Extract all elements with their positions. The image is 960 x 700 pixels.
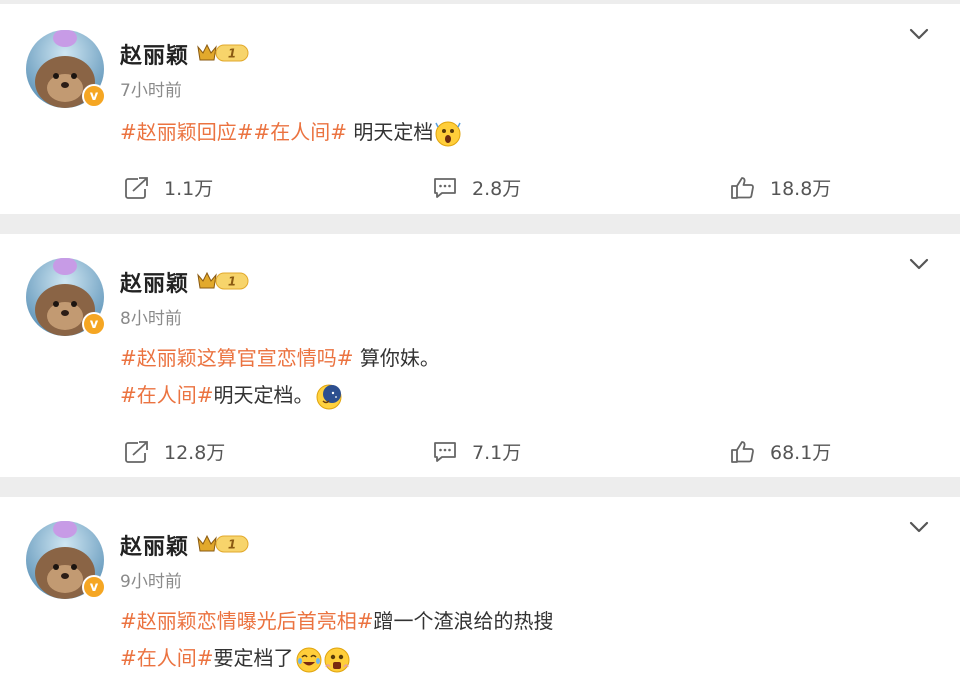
share-icon bbox=[125, 176, 148, 199]
vip-level-label: 1 bbox=[228, 47, 236, 61]
hashtag-link[interactable]: #在人间# bbox=[120, 646, 214, 670]
post-card: v 赵丽颖 1 8小时前 #赵丽颖这算官宣恋情吗# 算你妹。 #在人间#明天定档… bbox=[0, 234, 960, 477]
post-card: v 赵丽颖 1 9小时前 #赵丽颖恋情曝光后首亮相#蹭一个渣浪给的热搜 #在人间… bbox=[0, 497, 960, 700]
post-text-body: 明天定档。 bbox=[213, 383, 314, 407]
comment-count: 2.8万 bbox=[472, 178, 522, 200]
comment-button[interactable]: 2.8万 bbox=[432, 174, 521, 201]
hashtag-link[interactable]: #赵丽颖这算官宣恋情吗# bbox=[120, 346, 354, 370]
hashtag-link[interactable]: #赵丽颖恋情曝光后首亮相# bbox=[120, 609, 374, 633]
post-card: v 赵丽颖 1 7小时前 #赵丽颖回应##在人间# 明天定档 1.1万 2.8万… bbox=[0, 4, 960, 214]
avatar[interactable]: v bbox=[26, 30, 106, 108]
post-text-body: 要定档了 bbox=[213, 646, 294, 670]
shocked-face-emoji-icon bbox=[435, 121, 462, 146]
thumbs-up-icon bbox=[731, 176, 754, 199]
post-text: #赵丽颖回应##在人间# 明天定档 bbox=[120, 116, 462, 147]
share-count: 12.8万 bbox=[164, 442, 226, 464]
share-icon bbox=[125, 440, 148, 463]
post-text: #赵丽颖这算官宣恋情吗# 算你妹。 bbox=[120, 342, 440, 371]
vip-crown-badge-icon[interactable]: 1 bbox=[196, 269, 250, 293]
vip-crown-badge-icon[interactable]: 1 bbox=[196, 532, 250, 556]
post-text: #赵丽颖恋情曝光后首亮相#蹭一个渣浪给的热搜 bbox=[120, 605, 554, 634]
chevron-down-icon[interactable] bbox=[908, 519, 930, 535]
verified-badge-icon: v bbox=[82, 84, 106, 108]
vip-level-label: 1 bbox=[228, 275, 236, 289]
post-text: #在人间#要定档了 bbox=[120, 642, 350, 673]
chevron-down-icon[interactable] bbox=[908, 256, 930, 272]
post-time[interactable]: 8小时前 bbox=[120, 304, 182, 329]
like-button[interactable]: 68.1万 bbox=[730, 438, 831, 465]
avatar[interactable]: v bbox=[26, 258, 106, 336]
author-name[interactable]: 赵丽颖 bbox=[120, 266, 189, 298]
thumbs-up-icon bbox=[731, 440, 754, 463]
hashtag-link[interactable]: #在人间# bbox=[120, 383, 214, 407]
post-text-body: 蹭一个渣浪给的热搜 bbox=[373, 609, 554, 633]
author-name[interactable]: 赵丽颖 bbox=[120, 529, 189, 561]
comment-icon bbox=[434, 441, 456, 462]
share-button[interactable]: 12.8万 bbox=[124, 438, 225, 465]
surprised-emoji-icon bbox=[324, 647, 350, 672]
comment-icon bbox=[434, 177, 456, 198]
weibo-feed: v 赵丽颖 1 7小时前 #赵丽颖回应##在人间# 明天定档 1.1万 2.8万… bbox=[0, 0, 960, 700]
verified-badge-icon: v bbox=[82, 312, 106, 336]
like-count: 18.8万 bbox=[770, 178, 832, 200]
share-count: 1.1万 bbox=[164, 178, 214, 200]
comment-count: 7.1万 bbox=[472, 442, 522, 464]
hashtag-link[interactable]: #赵丽颖回应##在人间# bbox=[120, 120, 347, 144]
like-button[interactable]: 18.8万 bbox=[730, 174, 831, 201]
post-text-body: 算你妹。 bbox=[353, 346, 440, 370]
crying-laugh-emoji-icon bbox=[296, 647, 322, 672]
moon-emoji-icon bbox=[316, 384, 342, 409]
post-text: #在人间#明天定档。 bbox=[120, 379, 342, 410]
post-time[interactable]: 7小时前 bbox=[120, 76, 182, 101]
share-button[interactable]: 1.1万 bbox=[124, 174, 213, 201]
author-name[interactable]: 赵丽颖 bbox=[120, 38, 189, 70]
post-time[interactable]: 9小时前 bbox=[120, 567, 182, 592]
vip-level-label: 1 bbox=[228, 538, 236, 552]
comment-button[interactable]: 7.1万 bbox=[432, 438, 521, 465]
chevron-down-icon[interactable] bbox=[908, 26, 930, 42]
avatar[interactable]: v bbox=[26, 521, 106, 599]
vip-crown-badge-icon[interactable]: 1 bbox=[196, 41, 250, 65]
like-count: 68.1万 bbox=[770, 442, 832, 464]
post-text-body: 明天定档 bbox=[347, 120, 434, 144]
verified-badge-icon: v bbox=[82, 575, 106, 599]
